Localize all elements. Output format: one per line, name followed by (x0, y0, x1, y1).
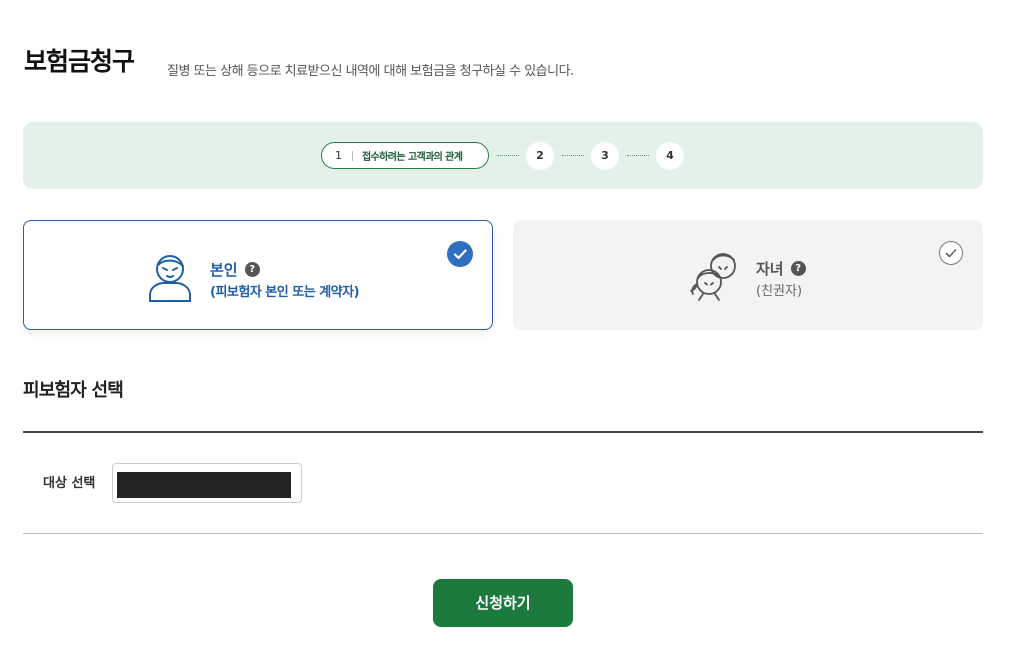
page-description: 질병 또는 상해 등으로 치료받으신 내역에 대해 보험금을 청구하실 수 있습… (167, 64, 574, 79)
step-connector (497, 155, 519, 156)
children-icon (689, 248, 745, 308)
step-separator (352, 150, 353, 161)
step-2: 2 (526, 142, 554, 170)
target-select-label: 대상 선택 (43, 476, 96, 491)
relationship-card-self-subtitle: (피보험자 본인 또는 계약자) (210, 285, 360, 300)
progress-stepper: 1 접수하려는 고객과의 관계 2 3 4 (23, 122, 983, 189)
form-divider (23, 533, 983, 534)
step-3: 3 (591, 142, 619, 170)
step-1-active: 1 접수하려는 고객과의 관계 (321, 142, 489, 169)
check-circle-icon (447, 241, 473, 267)
redacted-value (117, 472, 291, 498)
step-1-label: 접수하려는 고객과의 관계 (362, 152, 463, 163)
help-icon[interactable]: ? (790, 261, 806, 276)
relationship-card-child[interactable]: 자녀 ? (친권자) (513, 220, 983, 330)
relationship-card-child-subtitle: (친권자) (756, 284, 803, 299)
submit-button[interactable]: 신청하기 (433, 579, 573, 627)
help-icon[interactable]: ? (244, 262, 260, 277)
step-1-number: 1 (335, 149, 342, 162)
person-icon (146, 251, 194, 307)
step-4: 4 (656, 142, 684, 170)
target-select[interactable] (112, 463, 302, 503)
page-title: 보험금청구 (24, 47, 135, 76)
step-connector (627, 155, 649, 156)
relationship-card-child-title: 자녀 (756, 260, 784, 278)
step-connector (562, 155, 584, 156)
relationship-card-self-title: 본인 (210, 261, 238, 279)
section-divider (23, 431, 983, 433)
check-circle-outline-icon (939, 241, 963, 265)
relationship-card-self[interactable]: 본인 ? (피보험자 본인 또는 계약자) (23, 220, 493, 330)
section-title-insured: 피보험자 선택 (23, 380, 124, 401)
